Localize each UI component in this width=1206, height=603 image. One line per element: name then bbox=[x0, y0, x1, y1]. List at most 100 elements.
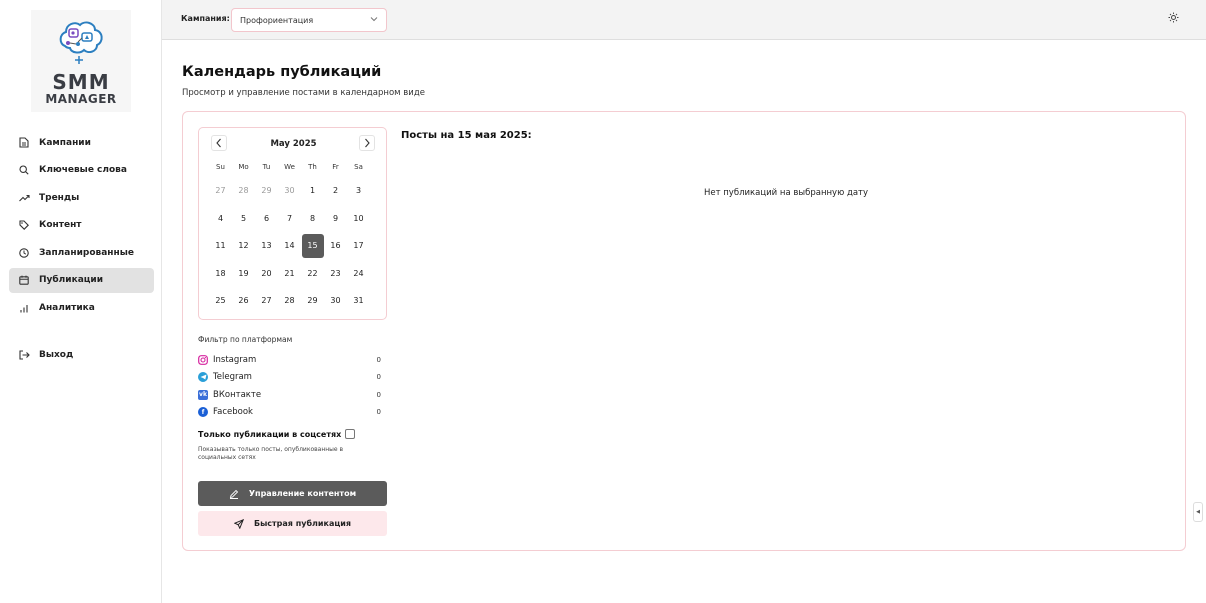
logout-icon bbox=[18, 349, 30, 361]
calendar-day[interactable]: 30 bbox=[278, 177, 301, 205]
calendar-day-number: 17 bbox=[353, 241, 364, 251]
sidebar-item-label: Ключевые слова bbox=[39, 165, 127, 176]
calendar-day-number: 28 bbox=[238, 186, 249, 196]
calendar-day-number: 31 bbox=[353, 296, 364, 306]
calendar-day[interactable]: 23 bbox=[324, 260, 347, 288]
calendar-day-number: 26 bbox=[238, 296, 249, 306]
calendar-day[interactable]: 27 bbox=[209, 177, 232, 205]
calendar-day[interactable]: 31 bbox=[347, 287, 370, 315]
sidebar-item-label: Публикации bbox=[39, 275, 104, 286]
calendar-day[interactable]: 18 bbox=[209, 260, 232, 288]
platform-instagram[interactable]: Instagram 0 bbox=[198, 351, 386, 369]
calendar-day[interactable]: 22 bbox=[301, 260, 324, 288]
document-icon bbox=[18, 137, 30, 149]
sidebar-item-scheduled[interactable]: Запланированные bbox=[9, 240, 154, 265]
triangle-left-icon: ◀ bbox=[1196, 509, 1200, 515]
calendar-day[interactable]: 25 bbox=[209, 287, 232, 315]
calendar-day[interactable]: 29 bbox=[301, 287, 324, 315]
platform-telegram[interactable]: Telegram 0 bbox=[198, 369, 386, 387]
calendar-day-number: 19 bbox=[238, 268, 249, 278]
calendar-day-number: 5 bbox=[240, 213, 247, 223]
calendar-day[interactable]: 17 bbox=[347, 232, 370, 260]
calendar-day[interactable]: 28 bbox=[232, 177, 255, 205]
calendar-day-number: 9 bbox=[332, 213, 339, 223]
campaign-select[interactable]: Профориентация bbox=[231, 8, 387, 32]
sidebar-item-analytics[interactable]: Аналитика bbox=[9, 296, 154, 321]
calendar-day-number: 25 bbox=[215, 296, 226, 306]
calendar-day[interactable]: 29 bbox=[255, 177, 278, 205]
sun-icon[interactable] bbox=[1168, 12, 1179, 26]
logout-label: Выход bbox=[39, 349, 74, 360]
calendar-day-number: 6 bbox=[263, 213, 270, 223]
calendar-day-number: 28 bbox=[284, 296, 295, 306]
only-social-checkbox[interactable] bbox=[345, 429, 356, 439]
calendar-day-number: 13 bbox=[261, 241, 272, 251]
calendar-day[interactable]: 10 bbox=[347, 205, 370, 233]
calendar-day[interactable]: 14 bbox=[278, 232, 301, 260]
page-subtitle: Просмотр и управление постами в календар… bbox=[182, 88, 425, 98]
calendar-day-number: 20 bbox=[261, 268, 272, 278]
calendar-day-number: 18 bbox=[215, 268, 226, 278]
calendar-day[interactable]: 5 bbox=[232, 205, 255, 233]
chevron-right-icon bbox=[365, 138, 370, 148]
calendar-day[interactable]: 27 bbox=[255, 287, 278, 315]
logout-button[interactable]: Выход bbox=[9, 342, 154, 367]
weekday-label: Mo bbox=[238, 163, 249, 171]
only-social-label: Только публикации в соцсетях bbox=[198, 429, 342, 439]
weekday-label: Fr bbox=[332, 163, 339, 171]
calendar-day[interactable]: 2 bbox=[324, 177, 347, 205]
logo-text-smm: SMM bbox=[52, 70, 110, 94]
campaign-select-value: Профориентация bbox=[240, 16, 314, 25]
calendar-day[interactable]: 20 bbox=[255, 260, 278, 288]
sidebar-item-campaigns[interactable]: Кампании bbox=[9, 130, 154, 155]
platform-count: 0 bbox=[376, 373, 381, 382]
publications-card: May 2025 Su Mo Tu We Th Fr Sa 27 28 29 30 1 2 3 4 5 6 7 8… bbox=[182, 111, 1186, 551]
trending-icon bbox=[18, 192, 30, 204]
calendar-weekdays: Su Mo Tu We Th Fr Sa bbox=[209, 163, 370, 171]
weekday-label: Tu bbox=[262, 163, 271, 171]
sidebar-item-publications[interactable]: Публикации bbox=[9, 267, 154, 293]
platform-name: Telegram bbox=[213, 372, 252, 383]
calendar-day[interactable]: 26 bbox=[232, 287, 255, 315]
calendar-day[interactable]: 19 bbox=[232, 260, 255, 288]
calendar-day[interactable]: 12 bbox=[232, 232, 255, 260]
collapse-handle[interactable]: ◀ bbox=[1193, 502, 1203, 522]
calendar-day[interactable]: 11 bbox=[209, 232, 232, 260]
sidebar-item-content[interactable]: Контент bbox=[9, 213, 154, 238]
calendar-day[interactable]: 6 bbox=[255, 205, 278, 233]
calendar-day[interactable]: 24 bbox=[347, 260, 370, 288]
calendar-day[interactable]: 3 bbox=[347, 177, 370, 205]
calendar-day[interactable]: 9 bbox=[324, 205, 347, 233]
platform-count: 0 bbox=[376, 408, 381, 417]
send-icon bbox=[233, 518, 244, 529]
calendar-day[interactable]: 7 bbox=[278, 205, 301, 233]
calendar-day-number: 16 bbox=[330, 241, 341, 251]
calendar-day[interactable]: 21 bbox=[278, 260, 301, 288]
sidebar-item-keywords[interactable]: Ключевые слова bbox=[9, 158, 154, 183]
facebook-icon: f bbox=[198, 407, 208, 418]
calendar-day[interactable]: 28 bbox=[278, 287, 301, 315]
calendar-day[interactable]: 1 bbox=[301, 177, 324, 205]
calendar-next-button[interactable] bbox=[359, 135, 375, 151]
platform-count: 0 bbox=[376, 390, 381, 399]
quick-publish-button[interactable]: Быстрая публикация bbox=[198, 511, 387, 536]
sidebar-item-label: Тренды bbox=[39, 192, 80, 203]
calendar-day-number: 2 bbox=[332, 186, 339, 196]
calendar-icon bbox=[18, 274, 30, 286]
weekday-label: Th bbox=[308, 163, 317, 171]
calendar-day-number: 1 bbox=[309, 186, 316, 196]
sidebar-item-trends[interactable]: Тренды bbox=[9, 185, 154, 210]
calendar-day-number: 4 bbox=[217, 213, 224, 223]
platform-facebook[interactable]: f Facebook 0 bbox=[198, 404, 386, 422]
calendar-day[interactable]: 4 bbox=[209, 205, 232, 233]
logo[interactable]: SMM MANAGER bbox=[31, 10, 131, 112]
manage-content-button[interactable]: Управление контентом bbox=[198, 481, 387, 506]
platform-vk[interactable]: vk ВКонтакте 0 bbox=[198, 386, 386, 404]
calendar-day-number: 27 bbox=[261, 296, 272, 306]
calendar-day[interactable]: 13 bbox=[255, 232, 278, 260]
calendar-day[interactable]: 30 bbox=[324, 287, 347, 315]
calendar: May 2025 Su Mo Tu We Th Fr Sa 27 28 29 30 1 2 3 4 5 6 7 8… bbox=[198, 127, 387, 320]
calendar-day-selected[interactable]: 15 bbox=[301, 232, 324, 260]
calendar-day[interactable]: 16 bbox=[324, 232, 347, 260]
calendar-day[interactable]: 8 bbox=[301, 205, 324, 233]
